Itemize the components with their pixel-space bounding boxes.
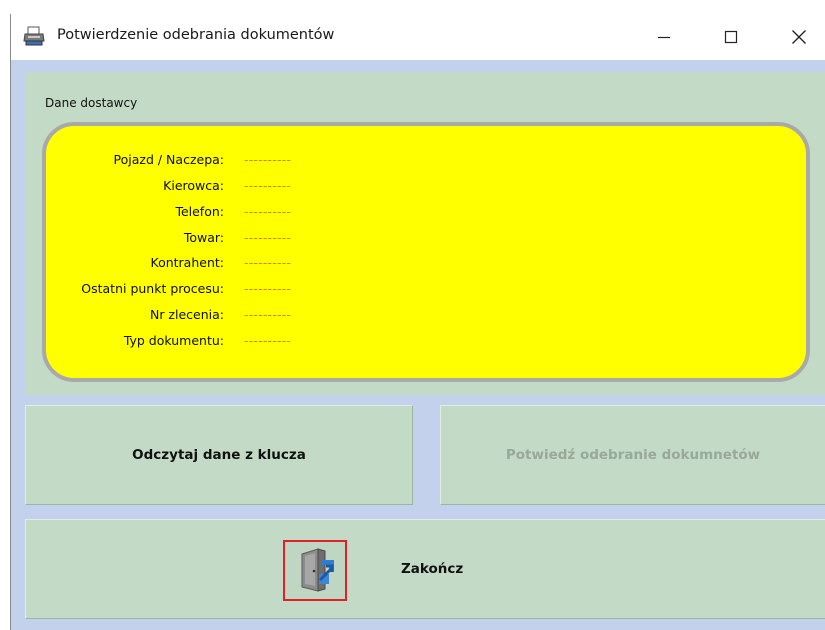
finish-button-label: Zakończ [401, 561, 464, 577]
read-key-button[interactable]: Odczytaj dane z klucza [25, 405, 413, 505]
supplier-info-box: Pojazd / Naczepa: ---------- Kierowca: -… [42, 122, 810, 382]
field-label: Telefon: [175, 204, 224, 219]
field-label: Typ dokumentu: [123, 333, 224, 348]
maximize-icon [724, 30, 738, 44]
field-row-contractor: Kontrahent: ---------- [46, 255, 446, 273]
field-value: ---------- [244, 307, 292, 322]
printer-icon [23, 26, 45, 46]
field-row-vehicle: Pojazd / Naczepa: ---------- [46, 152, 446, 170]
field-row-driver: Kierowca: ---------- [46, 178, 446, 196]
field-value: ---------- [244, 152, 292, 167]
read-key-button-label: Odczytaj dane z klucza [132, 447, 306, 463]
field-label: Pojazd / Naczepa: [113, 152, 224, 167]
field-label: Kontrahent: [150, 255, 225, 270]
field-row-phone: Telefon: ---------- [46, 204, 446, 222]
field-label: Ostatni punkt procesu: [81, 281, 224, 296]
field-label: Towar: [183, 230, 224, 245]
finish-button[interactable]: Zakończ [25, 519, 825, 619]
field-label: Nr zlecenia: [149, 307, 224, 322]
supplier-panel: Dane dostawcy Pojazd / Naczepa: --------… [25, 72, 825, 395]
field-value: ---------- [244, 333, 292, 348]
minimize-icon [658, 36, 670, 39]
field-row-last-process-point: Ostatni punkt procesu: ---------- [46, 281, 446, 299]
field-row-goods: Towar: ---------- [46, 230, 446, 248]
close-icon [792, 30, 806, 44]
field-row-order-number: Nr zlecenia: ---------- [46, 307, 446, 325]
field-value: ---------- [244, 178, 292, 193]
field-value: ---------- [244, 204, 292, 219]
confirm-receipt-button[interactable]: Potwiedź odebranie dokumnetów [440, 405, 825, 505]
client-area: Dane dostawcy Pojazd / Naczepa: --------… [11, 60, 825, 630]
close-button[interactable] [776, 14, 822, 60]
confirm-receipt-button-label: Potwiedź odebranie dokumnetów [505, 447, 761, 463]
supplier-section-label: Dane dostawcy [45, 96, 138, 110]
exit-door-icon[interactable] [283, 540, 347, 601]
field-value: ---------- [244, 255, 292, 270]
maximize-button[interactable] [708, 14, 754, 60]
field-value: ---------- [244, 230, 292, 245]
field-row-document-type: Typ dokumentu: ---------- [46, 333, 446, 351]
window-title: Potwierdzenie odebrania dokumentów [57, 27, 335, 43]
field-value: ---------- [244, 281, 292, 296]
field-label: Kierowca: [163, 178, 224, 193]
title-bar[interactable]: Potwierdzenie odebrania dokumentów [11, 14, 825, 60]
application-window: Potwierdzenie odebrania dokumentów Dane … [10, 14, 825, 630]
minimize-button[interactable] [641, 14, 687, 60]
